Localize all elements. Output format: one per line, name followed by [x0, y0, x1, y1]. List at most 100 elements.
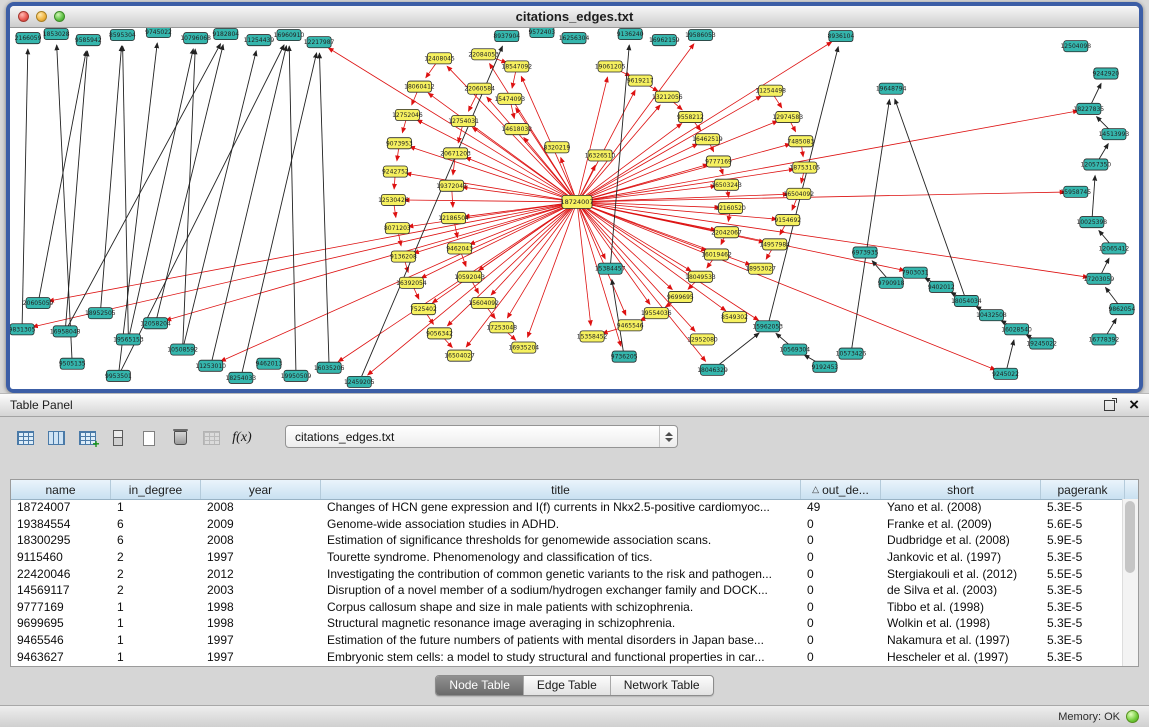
graph-node[interactable]: 12952080 [687, 334, 718, 345]
graph-node[interactable]: 16028540 [1001, 324, 1032, 335]
import-table-button[interactable] [198, 426, 224, 450]
graph-edge[interactable] [49, 202, 577, 301]
network-graph-svg[interactable]: 1872400721660591853028958594285953049745… [10, 28, 1139, 389]
graph-node[interactable]: 10796068 [180, 33, 211, 44]
graph-node[interactable]: 9242752 [382, 166, 409, 177]
graph-node[interactable]: 9462013 [256, 358, 283, 369]
graph-node[interactable]: 20605059 [23, 297, 54, 308]
graph-node[interactable]: 10569304 [779, 344, 810, 355]
graph-edge[interactable] [577, 169, 794, 202]
graph-node[interactable]: 9505135 [59, 358, 86, 369]
edit-columns-button[interactable] [74, 426, 100, 450]
graph-node[interactable]: 12530426 [378, 194, 409, 205]
graph-node[interactable]: 11254498 [755, 85, 786, 96]
tab-network-table[interactable]: Network Table [610, 676, 713, 695]
graph-edge[interactable] [612, 280, 624, 357]
graph-edge[interactable] [577, 77, 607, 202]
graph-node[interactable]: 15962053 [752, 321, 783, 332]
graph-node[interactable]: 8549302 [721, 312, 748, 323]
graph-edge[interactable] [241, 53, 317, 378]
graph-node[interactable]: 19554036 [641, 308, 672, 319]
graph-node[interactable]: 9182804 [212, 29, 239, 40]
graph-node[interactable]: 18254033 [226, 372, 257, 383]
column-header-in-degree[interactable]: in_degree [111, 480, 201, 499]
rows-button[interactable] [105, 426, 131, 450]
graph-node[interactable]: 16256304 [559, 33, 590, 44]
graph-node[interactable]: 12160520 [715, 202, 746, 213]
column-header-pagerank[interactable]: pagerank [1041, 480, 1125, 499]
graph-node[interactable]: 18724007 [560, 195, 593, 208]
table-row[interactable]: 946362711997Embryonic stem cells: a mode… [11, 648, 1123, 665]
tab-edge-table[interactable]: Edge Table [523, 676, 610, 695]
graph-node[interactable]: 10508592 [167, 344, 198, 355]
graph-node[interactable]: 11254439 [244, 35, 275, 46]
graph-node[interactable]: 9745022 [145, 28, 172, 38]
graph-node[interactable]: 9462043 [446, 243, 473, 254]
table-row[interactable]: 946554611997Estimation of the future num… [11, 632, 1123, 649]
graph-node[interactable]: 19372043 [436, 180, 467, 191]
graph-edge[interactable] [128, 49, 193, 339]
graph-node[interactable]: 9154692 [774, 215, 801, 226]
graph-node[interactable]: 17203059 [1084, 273, 1115, 284]
graph-node[interactable]: 9953501 [105, 370, 132, 381]
graph-node[interactable]: 18753105 [790, 162, 821, 173]
graph-edge[interactable] [577, 202, 672, 290]
table-selector[interactable]: citations_edges.txt [285, 425, 678, 448]
graph-node[interactable]: 9619217 [627, 75, 654, 86]
graph-node[interactable]: 1853028 [43, 29, 70, 40]
close-panel-icon[interactable]: × [1129, 399, 1139, 411]
graph-node[interactable]: 15384457 [595, 263, 626, 274]
graph-node[interactable]: 9699695 [667, 291, 694, 302]
table-row[interactable]: 911546021997Tourette syndrome. Phenomeno… [11, 549, 1123, 566]
graph-node[interactable]: 9777169 [705, 156, 732, 167]
graph-edge[interactable] [410, 147, 577, 202]
graph-node[interactable]: 16935204 [509, 342, 540, 353]
graph-edge[interactable] [404, 200, 577, 202]
graph-node[interactable]: 13212056 [652, 91, 683, 102]
function-builder-button[interactable]: f(x) [229, 426, 255, 450]
graph-node[interactable]: 18060412 [404, 81, 435, 92]
graph-node[interactable]: 12058204 [140, 318, 171, 329]
column-header-out-de-[interactable]: △out_de... [801, 480, 881, 499]
new-table-button[interactable] [136, 426, 162, 450]
graph-node[interactable]: 14618032 [502, 124, 533, 135]
column-header-year[interactable]: year [201, 480, 321, 499]
delete-table-button[interactable] [167, 426, 193, 450]
graph-node[interactable]: 9790918 [878, 277, 905, 288]
graph-node[interactable]: 18953027 [745, 263, 776, 274]
graph-edge[interactable] [406, 173, 577, 202]
graph-edge[interactable] [577, 202, 1088, 277]
column-header-name[interactable]: name [11, 480, 111, 499]
zoom-window-button[interactable] [54, 11, 65, 22]
graph-node[interactable]: 9056342 [426, 328, 453, 339]
graph-node[interactable]: 16503243 [711, 179, 742, 190]
graph-node[interactable]: 7485083 [787, 136, 814, 147]
close-window-button[interactable] [18, 11, 29, 22]
graph-edge[interactable] [123, 46, 129, 339]
graph-node[interactable]: 12186504 [438, 213, 469, 224]
graph-node[interactable]: 9831305 [10, 324, 36, 335]
network-view-window[interactable]: citations_edges.txt 18724007216605918530… [6, 2, 1143, 393]
table-row[interactable]: 1456911722003Disruption of a novel membe… [11, 582, 1123, 599]
graph-edge[interactable] [38, 51, 86, 303]
graph-node[interactable]: 19061205 [595, 61, 626, 72]
graph-node[interactable]: 19565153 [113, 334, 144, 345]
graph-node[interactable]: 12065412 [1099, 243, 1130, 254]
graph-node[interactable]: 12504098 [1060, 41, 1091, 52]
graph-node[interactable]: 17253048 [486, 322, 517, 333]
graph-node[interactable]: 6973935 [852, 247, 879, 258]
graph-node[interactable]: 10025398 [1077, 217, 1108, 228]
graph-node[interactable]: 9585942 [75, 35, 102, 46]
graph-edge[interactable] [65, 44, 220, 332]
table-panel-titlebar[interactable]: Table Panel × [0, 393, 1149, 417]
graph-edge[interactable] [65, 51, 87, 331]
table-row[interactable]: 969969511998Structural magnetic resonanc… [11, 615, 1123, 632]
graph-node[interactable]: 10432508 [976, 310, 1007, 321]
graph-node[interactable]: 7903031 [902, 267, 929, 278]
graph-edge[interactable] [1092, 176, 1095, 223]
table-mode-button[interactable] [12, 426, 38, 450]
graph-node[interactable]: 7525402 [410, 304, 437, 315]
graph-node[interactable]: 15474093 [494, 93, 525, 104]
graph-node[interactable]: 15958745 [1060, 186, 1091, 197]
graph-node[interactable]: 12974583 [772, 111, 803, 122]
